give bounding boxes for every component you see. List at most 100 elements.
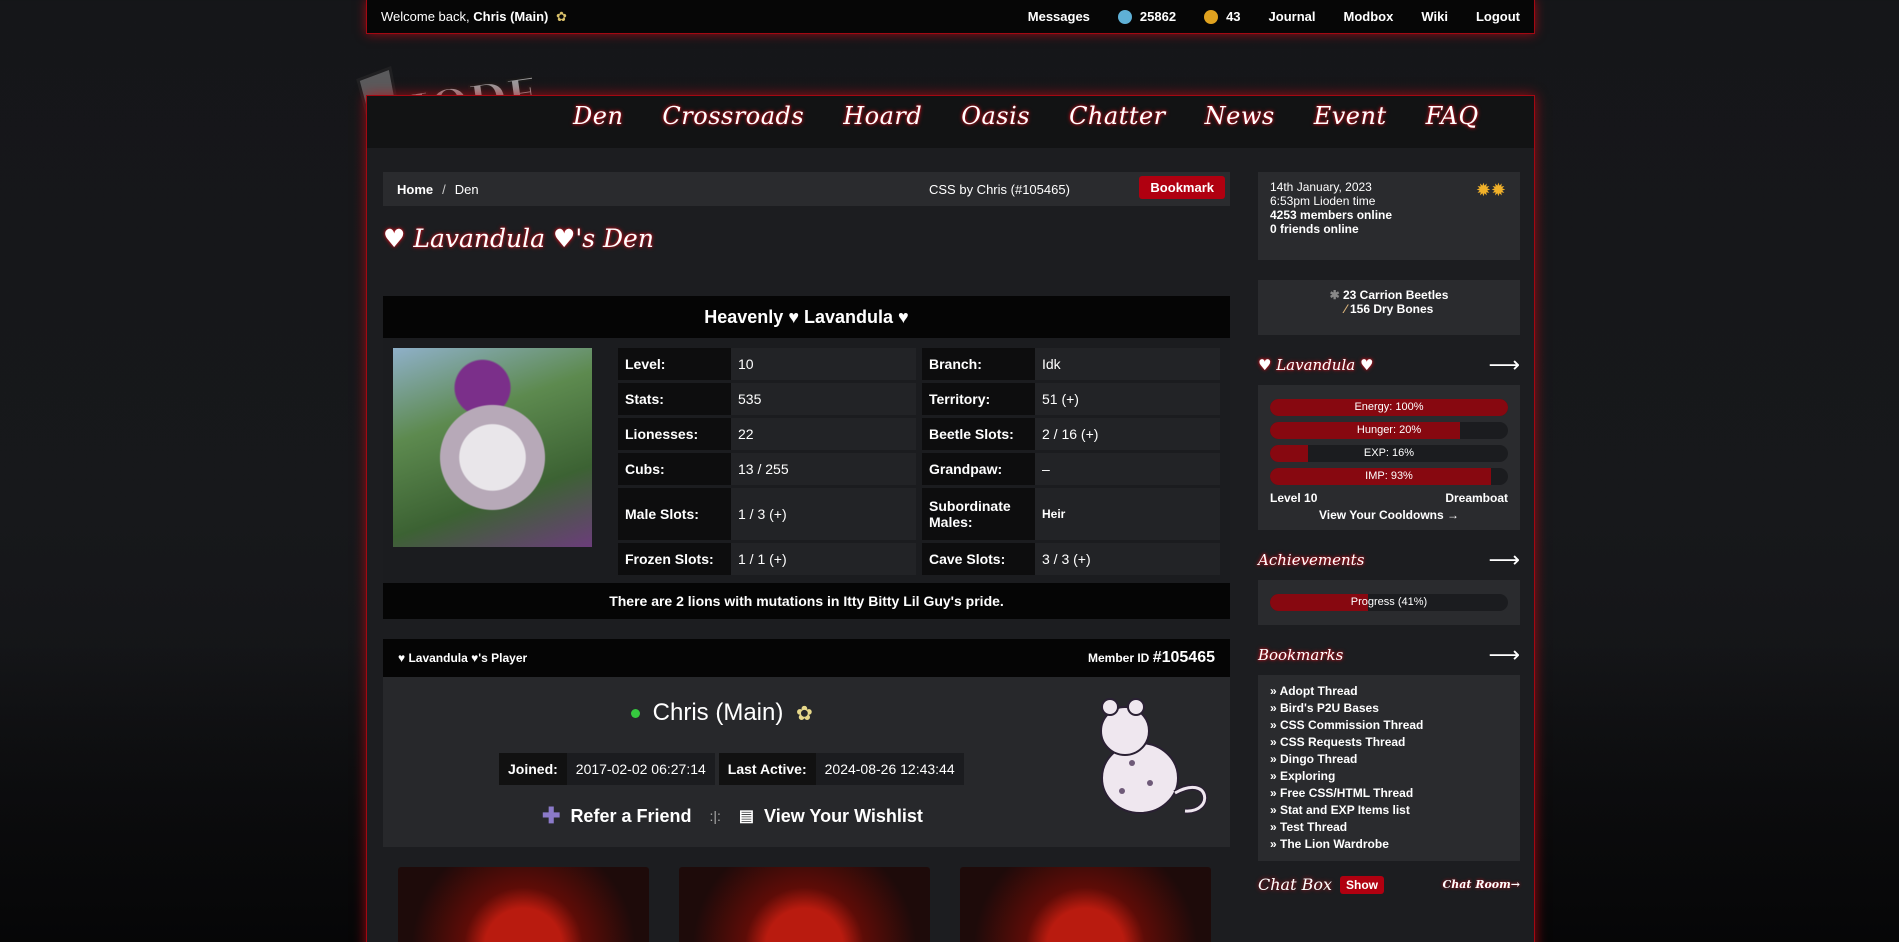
moon-banner[interactable] [960,867,1211,942]
journal-link[interactable]: Journal [1269,9,1316,24]
nav-crossroads[interactable]: Crossroads [662,102,804,130]
achievements-box: Progress (41%) [1258,580,1520,625]
achievements-header: Achievements ⟶ [1258,547,1520,573]
lion-mood: Dreamboat [1445,491,1508,505]
friends-online[interactable]: 0 friends online [1270,222,1508,236]
resources-box: ✱ 23 Carrion Beetles ⁄ 156 Dry Bones [1258,280,1520,335]
nav-den[interactable]: Den [573,102,623,130]
lion-name: Heavenly ♥ Lavandula ♥ [383,296,1230,338]
bookmark-link[interactable]: » Adopt Thread [1270,683,1508,700]
bookmark-link[interactable]: » The Lion Wardrobe [1270,836,1508,853]
time-text: 6:53pm Lioden time [1270,194,1376,208]
stat-beetle-slots[interactable]: Beetle Slots: 2 / 16 (+) [922,418,1220,450]
bookmark-link[interactable]: » Free CSS/HTML Thread [1270,785,1508,802]
wiki-link[interactable]: Wiki [1421,9,1448,24]
stat-cubs: Cubs: 13 / 255 [618,453,916,485]
imp-bar: IMP: 93% [1270,468,1508,485]
welcome-text: Welcome back, Chris (Main) ✿ [381,8,567,24]
nav-oasis[interactable]: Oasis [961,102,1030,130]
carrion-beetles: ✱ 23 Carrion Beetles [1329,288,1449,302]
sun-icon: ✹✹ [1475,180,1506,200]
stat-frozen-slots[interactable]: Frozen Slots: 1 / 1 (+) [618,543,916,575]
bookmark-button[interactable]: Bookmark [1139,176,1225,199]
modbox-link[interactable]: Modbox [1344,9,1394,24]
bookmarks-header: Bookmarks ⟶ [1258,642,1520,668]
bookmark-link[interactable]: » Exploring [1270,768,1508,785]
main-nav: Den Crossroads Hoard Oasis Chatter News … [367,96,1534,148]
bookmark-link[interactable]: » Stat and EXP Items list [1270,802,1508,819]
chat-box-header: Chat Box Show Chat Room→ [1258,875,1520,894]
last-active-date: Last Active: 2024-08-26 12:43:44 [718,753,964,785]
username[interactable]: Chris (Main) [473,9,548,24]
members-online[interactable]: 4253 members online [1270,208,1508,222]
date-text: 14th January, 2023 [1270,180,1372,194]
beetle-icon: ✱ [1329,288,1340,302]
nav-hoard[interactable]: Hoard [843,102,922,130]
joined-date: Joined: 2017-02-02 06:27:14 [499,753,715,785]
stat-branch: Branch: Idk [922,348,1220,380]
achievement-progress-bar: Progress (41%) [1270,594,1508,611]
flower-icon: ✿ [796,703,813,725]
lion-status-box: Energy: 100% Hunger: 20% EXP: 16% IMP: 9… [1258,385,1520,530]
banner-row [383,847,1230,942]
top-bar: Welcome back, Chris (Main) ✿ Messages 25… [366,0,1535,34]
stat-level: Level: 10 [618,348,916,380]
refer-friend-link[interactable]: Refer a Friend [570,806,691,827]
bookmarks-list: » Adopt Thread » Bird's P2U Bases » CSS … [1258,675,1520,861]
cooldowns-link[interactable]: View Your Cooldowns → [1270,508,1508,522]
gold-currency[interactable]: 43 [1204,9,1241,24]
nav-event[interactable]: Event [1314,102,1387,130]
breadcrumb: Home / Den CSS by Chris (#105465) Bookma… [383,172,1230,206]
time-box: 14th January, 2023 6:53pm Lioden time 42… [1258,172,1520,260]
moon-banner[interactable] [398,867,649,942]
arrow-right-icon[interactable]: ⟶ [1488,353,1520,378]
messages-link[interactable]: Messages [1028,9,1090,24]
stat-male-slots[interactable]: Male Slots: 1 / 3 (+) [618,488,916,540]
mutation-notice: There are 2 lions with mutations in Itty… [383,583,1230,619]
arrow-right-icon[interactable]: ⟶ [1488,548,1520,573]
lion-portrait[interactable] [393,348,592,547]
stat-territory[interactable]: Territory: 51 (+) [922,383,1220,415]
plus-icon: ✚ [542,803,561,828]
bookmark-link[interactable]: » Test Thread [1270,819,1508,836]
sidebar: 14th January, 2023 6:53pm Lioden time 42… [1258,172,1520,894]
bookmark-link[interactable]: » CSS Requests Thread [1270,734,1508,751]
breadcrumb-home[interactable]: Home [397,182,433,197]
chat-room-link[interactable]: Chat Room→ [1443,878,1520,891]
logout-link[interactable]: Logout [1476,9,1520,24]
member-id: Member ID #105465 [1088,649,1215,666]
dry-bones: ⁄ 156 Dry Bones [1344,302,1434,316]
bookmark-link[interactable]: » CSS Commission Thread [1270,717,1508,734]
lion-card: Heavenly ♥ Lavandula ♥ Level: 10 Branch: I… [383,296,1230,619]
energy-bar: Energy: 100% [1270,399,1508,416]
stat-stats: Stats: 535 [618,383,916,415]
nav-chatter[interactable]: Chatter [1069,102,1166,130]
stat-grandpaw: Grandpaw: – [922,453,1220,485]
css-credit[interactable]: CSS by Chris (#105465) [929,182,1070,197]
online-indicator-icon [631,709,640,719]
breadcrumb-current: Den [454,181,479,197]
moon-banner[interactable] [679,867,930,942]
beetle-icon [1117,9,1132,24]
wishlist-link[interactable]: View Your Wishlist [764,806,923,827]
main-content: Home / Den CSS by Chris (#105465) Bookma… [383,172,1230,942]
arrow-right-icon[interactable]: ⟶ [1488,643,1520,668]
player-name[interactable]: Chris (Main) ✿ [631,699,813,727]
stat-cave-slots[interactable]: Cave Slots: 3 / 3 (+) [922,543,1220,575]
hunger-bar: Hunger: 20% [1270,422,1508,439]
nav-news[interactable]: News [1205,102,1275,130]
player-header: ♥ Lavandula ♥'s Player [398,651,528,665]
exp-bar: EXP: 16% [1270,445,1508,462]
nav-faq[interactable]: FAQ [1426,102,1479,130]
bookmark-link[interactable]: » Bird's P2U Bases [1270,700,1508,717]
bone-icon: ⁄ [1344,302,1347,316]
lion-level: Level 10 [1270,491,1318,505]
pet-avatar [1100,698,1208,815]
page-title: ♥ Lavandula ♥'s Den [383,224,654,253]
show-chat-button[interactable]: Show [1340,875,1385,894]
lion-stats: Level: 10 Branch: Idk Stats: 535 Territory:… [618,348,1220,575]
stat-subordinate-males: Subordinate Males: Heir [922,488,1220,540]
bookmark-link[interactable]: » Dingo Thread [1270,751,1508,768]
lion-section-header: ♥ Lavandula ♥ ⟶ [1258,352,1520,378]
beetles-currency[interactable]: 25862 [1117,9,1176,24]
